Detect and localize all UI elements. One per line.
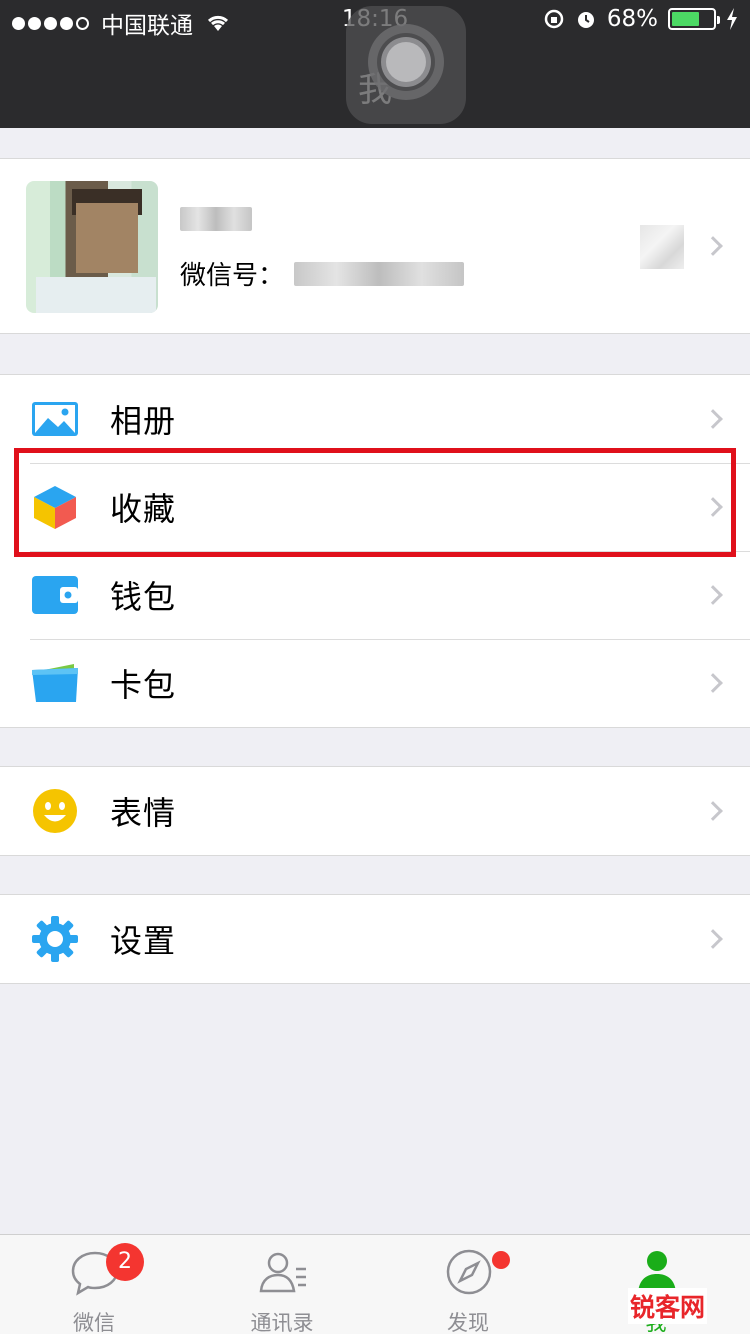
top-bar: 中国联通 18:16 68% 我	[0, 0, 750, 128]
rotation-lock-icon	[544, 9, 564, 29]
photo-album-icon	[32, 402, 78, 436]
sticker-smiley-icon	[33, 789, 77, 833]
favorites-highlight-box	[14, 448, 736, 557]
card-pack-icon	[32, 664, 78, 702]
avatar	[26, 181, 158, 313]
watermark-logo: 锐客网	[628, 1288, 708, 1324]
chevron-right-icon	[703, 673, 723, 693]
qr-code-icon	[640, 225, 684, 269]
profile-card[interactable]: 微信号：	[0, 158, 750, 334]
menu-item-card-pack[interactable]: 卡包	[0, 639, 750, 727]
chevron-right-icon	[703, 585, 723, 605]
compass-icon	[446, 1249, 492, 1295]
tab-discover[interactable]: 发现	[408, 1235, 528, 1334]
charging-bolt-icon	[727, 8, 737, 30]
tab-contacts[interactable]: 通讯录	[222, 1235, 342, 1334]
wechat-id-row: 微信号：	[180, 255, 465, 292]
profile-nickname-blurred	[180, 207, 252, 235]
new-content-dot	[492, 1251, 510, 1269]
battery-level-fill	[672, 12, 700, 26]
menu-item-stickers[interactable]: 表情	[0, 767, 750, 855]
chevron-right-icon	[703, 236, 723, 256]
tab-label: 微信	[73, 1311, 115, 1334]
menu-item-label: 钱包	[110, 578, 177, 616]
assistive-touch-button[interactable]	[346, 6, 466, 124]
alarm-icon	[577, 12, 594, 28]
unread-badge: 2	[106, 1243, 144, 1281]
tab-label: 发现	[447, 1311, 489, 1334]
contacts-icon	[259, 1252, 306, 1293]
menu-item-label: 设置	[110, 922, 177, 960]
chevron-right-icon	[703, 801, 723, 821]
menu-item-settings[interactable]: 设置	[0, 895, 750, 983]
wechat-id-value-blurred	[294, 261, 465, 286]
menu-item-label: 卡包	[110, 666, 177, 704]
menu-group-stickers: 表情	[0, 766, 750, 856]
wallet-icon	[32, 576, 78, 614]
status-right: 68%	[543, 6, 738, 32]
menu-item-wallet[interactable]: 钱包	[0, 551, 750, 639]
tab-chats[interactable]: 2 微信	[34, 1235, 154, 1334]
battery-percent: 68%	[606, 6, 658, 32]
menu-item-label: 表情	[110, 794, 177, 832]
battery-icon	[668, 8, 720, 30]
wechat-id-label: 微信号：	[180, 261, 285, 291]
tab-label: 通讯录	[250, 1311, 314, 1334]
menu-group-settings: 设置	[0, 894, 750, 984]
menu-item-label: 相册	[110, 402, 177, 440]
chevron-right-icon	[703, 409, 723, 429]
chevron-right-icon	[703, 929, 723, 949]
settings-gear-icon	[32, 916, 78, 962]
